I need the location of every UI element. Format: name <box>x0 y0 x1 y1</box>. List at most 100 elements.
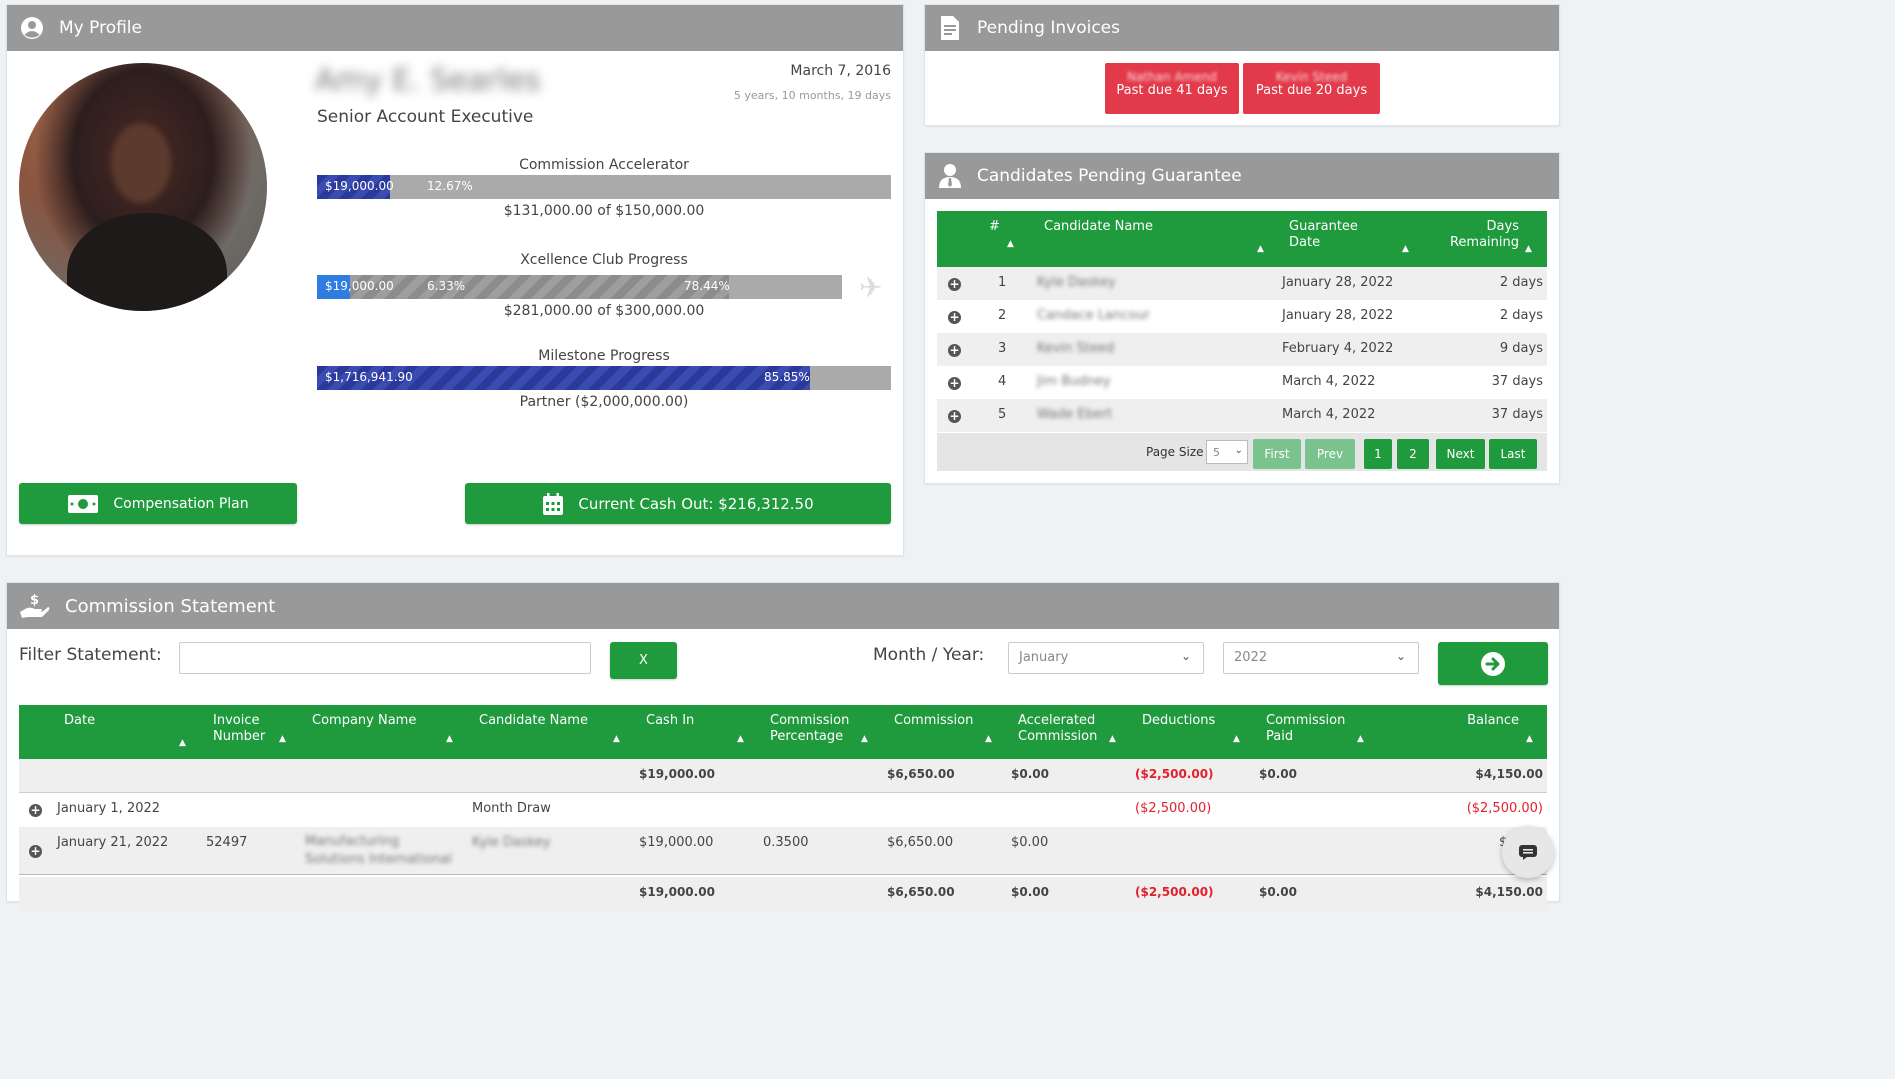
pager-prev-button[interactable]: Prev <box>1305 439 1355 469</box>
candidates-pending-title: Candidates Pending Guarantee <box>977 166 1242 186</box>
go-button[interactable] <box>1438 642 1548 685</box>
col-days-remaining-header[interactable]: Days Remaining <box>1447 219 1519 251</box>
profile-name: Amy E. Searles <box>315 63 541 98</box>
table-row[interactable]: +1 Kyle Daskey January 28, 2022 2 days <box>937 267 1547 300</box>
year-select[interactable]: 2022 ⌄ <box>1223 642 1419 674</box>
col-cash-in-header[interactable]: Cash In <box>646 713 694 729</box>
footer-paid: $0.00 <box>1259 885 1297 899</box>
pager-last-button[interactable]: Last <box>1489 439 1537 469</box>
table-row[interactable]: +3 Kevin Steed February 4, 2022 9 days <box>937 333 1547 366</box>
profile-hire-date: March 7, 2016 <box>790 63 891 79</box>
profile-tenure: 5 years, 10 months, 19 days <box>733 89 891 102</box>
summary-cash-in: $19,000.00 <box>639 767 715 781</box>
arrow-circle-right-icon <box>1481 651 1505 676</box>
col-commission-pct-header[interactable]: Commission Percentage <box>770 713 849 745</box>
user-circle-icon <box>19 15 45 41</box>
pager-page-1-button[interactable]: 1 <box>1364 439 1392 469</box>
pending-invoices-panel: Pending Invoices Nathan Amend Past due 4… <box>924 4 1560 126</box>
calendar-icon <box>542 492 564 516</box>
chat-button[interactable] <box>1502 826 1554 878</box>
invoice-2-due: Past due 20 days <box>1255 83 1368 98</box>
footer-commission: $6,650.00 <box>887 885 955 899</box>
expand-row-icon[interactable]: + <box>948 344 961 357</box>
col-number-header[interactable]: # ▲ <box>989 219 1014 252</box>
commission-summary-row: $19,000.00 $6,650.00 $0.00 ($2,500.00) $… <box>19 759 1547 793</box>
table-row[interactable]: + January 1, 2022 Month Draw ($2,500.00)… <box>19 793 1547 827</box>
invoice-1-due: Past due 41 days <box>1116 83 1228 98</box>
commission-table-header: Date ▲ Invoice Number ▲ Company Name ▲ Ca… <box>19 705 1547 759</box>
money-bill-icon <box>67 494 99 514</box>
milestone-bar: $1,716,941.90 85.85% <box>317 366 891 390</box>
pending-invoices-header: Pending Invoices <box>925 5 1559 51</box>
col-commission-header[interactable]: Commission <box>894 713 973 729</box>
user-tie-icon <box>937 163 963 189</box>
expand-row-icon[interactable]: + <box>29 845 42 858</box>
col-invoice-header[interactable]: Invoice Number <box>213 713 265 745</box>
xcellence-title: Xcellence Club Progress <box>520 252 688 268</box>
clear-filter-button[interactable]: X <box>610 642 677 679</box>
candidate-name: Wade Ebert <box>1037 407 1113 422</box>
row-company: Manufacturing Solutions International <box>305 834 452 867</box>
guarantee-date: January 28, 2022 <box>1282 275 1394 290</box>
col-deductions-header[interactable]: Deductions <box>1142 713 1215 729</box>
table-row[interactable]: +2 Candace Lancour January 28, 2022 2 days <box>937 300 1547 333</box>
candidates-pager: Page Size 5 ⌄ First Prev 1 2 Next Last <box>937 433 1547 471</box>
col-commission-paid-header[interactable]: Commission Paid <box>1266 713 1345 745</box>
sort-arrow-icon: ▲ <box>279 734 286 744</box>
footer-balance: $4,150.00 <box>1475 885 1543 899</box>
col-candidate-name-header[interactable]: Candidate Name <box>1044 219 1153 235</box>
commission-statement-header: $ Commission Statement <box>7 583 1559 629</box>
candidates-pending-header: Candidates Pending Guarantee <box>925 153 1559 199</box>
col-guarantee-date-header[interactable]: Guarantee Date <box>1289 219 1358 251</box>
hand-holding-usd-icon: $ <box>19 593 51 619</box>
filter-statement-input[interactable] <box>179 642 591 674</box>
col-date-header[interactable]: Date <box>64 713 95 729</box>
expand-row-icon[interactable]: + <box>948 278 961 291</box>
xcellence-amount: $19,000.00 <box>325 279 394 293</box>
row-date: January 1, 2022 <box>57 801 161 816</box>
month-select[interactable]: January ⌄ <box>1008 642 1204 674</box>
days-remaining: 2 days <box>1499 308 1543 323</box>
expand-row-icon[interactable]: + <box>948 410 961 423</box>
current-cash-out-button[interactable]: Current Cash Out: $216,312.50 <box>465 483 891 524</box>
row-deductions: ($2,500.00) <box>1135 801 1212 816</box>
commission-accelerator-bar: $19,000.00 12.67% <box>317 175 891 199</box>
col-company-header[interactable]: Company Name <box>312 713 416 729</box>
pager-next-button[interactable]: Next <box>1436 439 1485 469</box>
guarantee-date: March 4, 2022 <box>1282 374 1376 389</box>
footer-deductions: ($2,500.00) <box>1135 885 1214 899</box>
candidate-number: 1 <box>998 275 1007 290</box>
invoice-button-2[interactable]: Kevin Steed Past due 20 days <box>1243 63 1380 114</box>
row-date: January 21, 2022 <box>57 835 169 850</box>
my-profile-title: My Profile <box>59 18 142 38</box>
sort-arrow-icon: ▲ <box>1402 244 1409 254</box>
commission-accelerator-title: Commission Accelerator <box>519 157 689 173</box>
invoice-button-1[interactable]: Nathan Amend Past due 41 days <box>1105 63 1239 114</box>
table-row[interactable]: +4 Jim Budney March 4, 2022 37 days <box>937 366 1547 399</box>
pager-page-2-button[interactable]: 2 <box>1397 439 1429 469</box>
xcellence-bar: $19,000.00 6.33% 78.44% <box>317 275 842 299</box>
candidates-table-header: # ▲ Candidate Name ▲ Guarantee Date ▲ Days… <box>937 211 1547 267</box>
commission-statement-title: Commission Statement <box>65 595 276 617</box>
guarantee-date: February 4, 2022 <box>1282 341 1394 356</box>
expand-row-icon[interactable]: + <box>29 804 42 817</box>
page-size-label: Page Size <box>1146 445 1204 459</box>
summary-balance: $4,150.00 <box>1475 767 1543 781</box>
xcellence-subtitle: $281,000.00 of $300,000.00 <box>503 303 705 319</box>
col-candidate-header[interactable]: Candidate Name <box>479 713 588 729</box>
table-row[interactable]: + January 21, 2022 52497 Manufacturing So… <box>19 827 1547 875</box>
expand-row-icon[interactable]: + <box>948 311 961 324</box>
col-accelerated-header[interactable]: Accelerated Commission <box>1018 713 1097 745</box>
file-invoice-icon <box>937 15 963 41</box>
profile-job-title: Senior Account Executive <box>317 107 534 127</box>
page-size-select[interactable]: 5 ⌄ <box>1206 440 1248 464</box>
expand-row-icon[interactable]: + <box>948 377 961 390</box>
row-candidate: Month Draw <box>472 801 551 816</box>
chat-icon <box>1519 845 1537 860</box>
profile-avatar <box>19 63 267 311</box>
compensation-plan-button[interactable]: Compensation Plan <box>19 483 297 524</box>
table-row[interactable]: +5 Wade Ebert March 4, 2022 37 days <box>937 399 1547 432</box>
col-balance-header[interactable]: Balance <box>1449 713 1519 729</box>
summary-accel: $0.00 <box>1011 767 1049 781</box>
pager-first-button[interactable]: First <box>1253 439 1301 469</box>
